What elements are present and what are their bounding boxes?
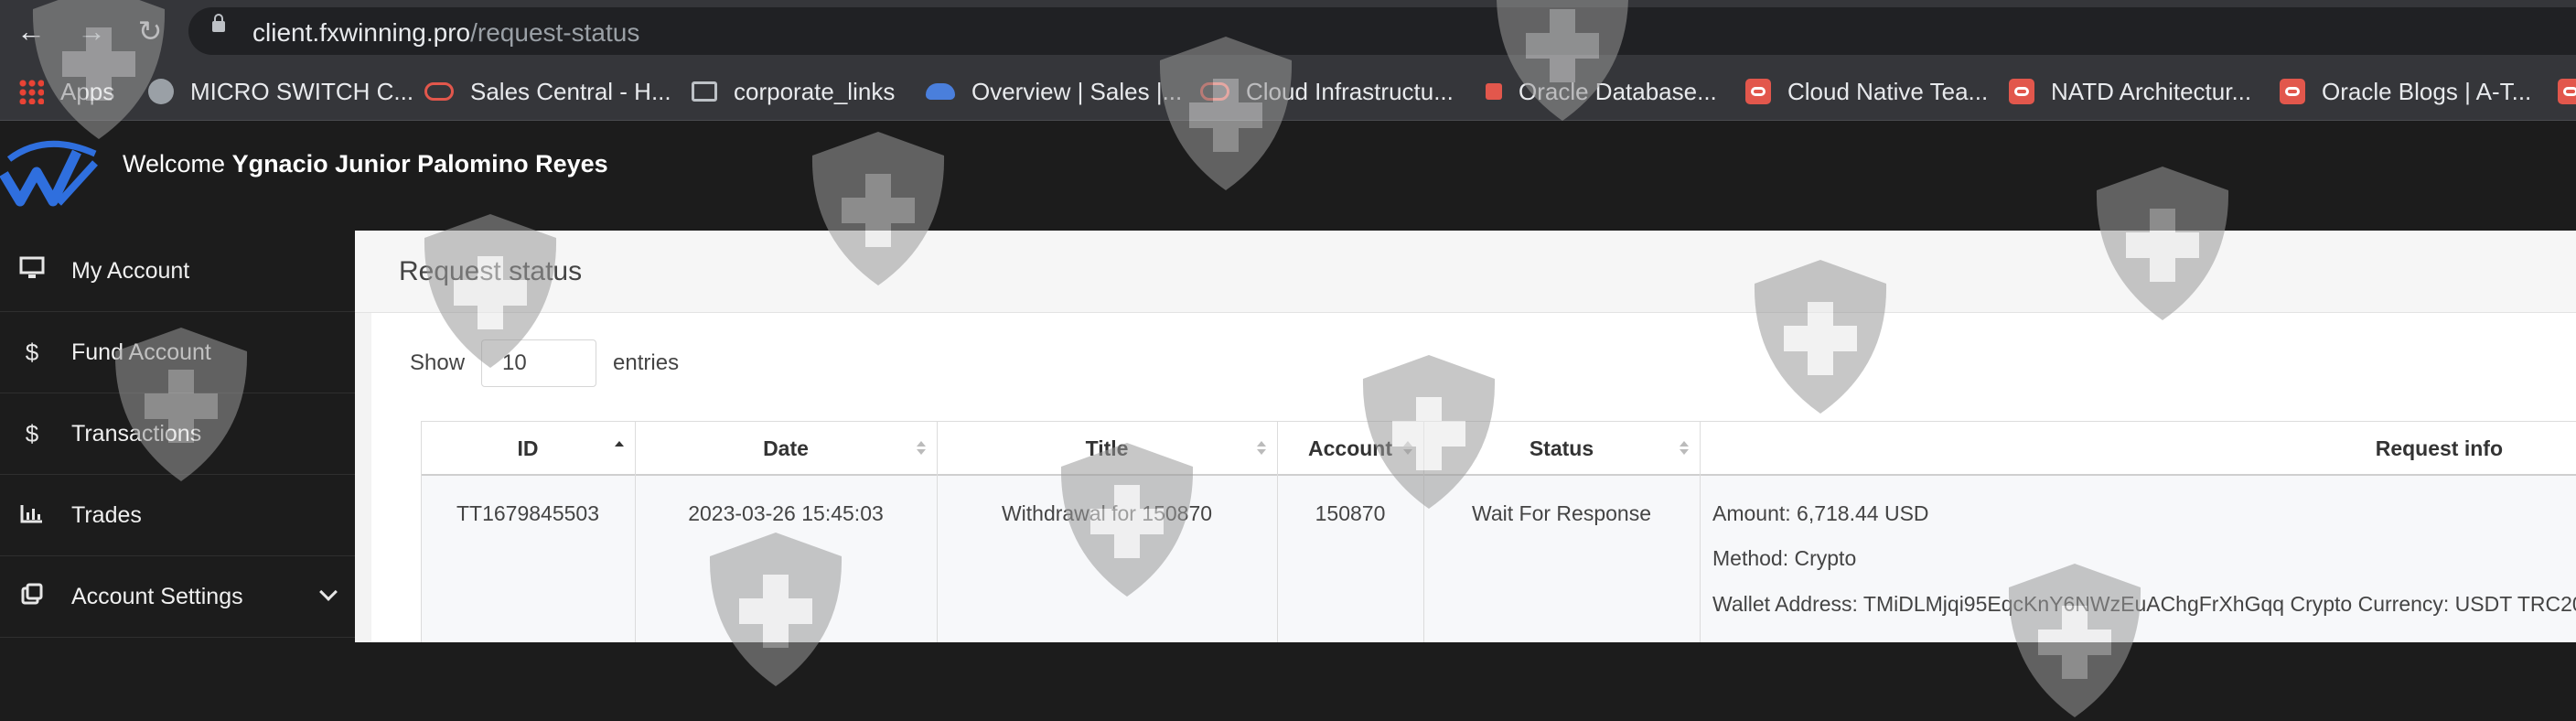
address-bar[interactable]: client.fxwinning.pro/request-status — [188, 7, 2576, 55]
cell-account: 150870 — [1315, 501, 1386, 525]
cell-title: Withdrawal for 150870 — [1001, 501, 1213, 525]
sidebar-item-fund-account[interactable]: $ Fund Account — [0, 312, 355, 393]
oracle-icon — [2558, 79, 2576, 104]
sidebar-item-trades[interactable]: Trades — [0, 475, 355, 556]
panel-header: Request status — [355, 231, 2576, 313]
oracle-small-icon — [1486, 83, 1502, 100]
bookmark-cloud-infrastructure[interactable]: Cloud Infrastructu... — [1200, 62, 1454, 120]
bookmark-oracle-blogs[interactable]: Oracle Blogs | A-T... — [2280, 62, 2531, 120]
folder-icon — [692, 81, 717, 102]
dollar-icon: $ — [25, 338, 39, 366]
column-header-status[interactable]: Status — [1423, 421, 1700, 476]
bookmark-micro-switch[interactable]: MICRO SWITCH C... — [148, 62, 413, 120]
globe-icon — [148, 79, 174, 104]
app-header: Welcome Ygnacio Junior Palomino Reyes — [0, 121, 2576, 231]
page-title: Request status — [399, 256, 583, 286]
oracle-icon — [2009, 79, 2034, 104]
bookmark-oracle-database[interactable]: Oracle Database... — [1486, 62, 1717, 120]
back-arrow-icon[interactable]: ← — [13, 13, 49, 49]
entries-length-control: Show 10 entries — [410, 339, 680, 387]
sort-icon — [1403, 441, 1412, 456]
column-header-date[interactable]: Date — [635, 421, 937, 476]
fxwinning-logo[interactable] — [0, 137, 99, 214]
bookmarks-bar: Apps MICRO SWITCH C... Sales Central - H… — [0, 62, 2576, 121]
oracle-icon — [1745, 79, 1771, 104]
bookmark-sales-central[interactable]: Sales Central - H... — [424, 62, 671, 120]
forward-arrow-icon[interactable]: → — [73, 13, 110, 49]
oracle-pill-icon — [424, 82, 454, 101]
column-header-title[interactable]: Title — [937, 421, 1277, 476]
entries-select[interactable]: 10 — [481, 339, 597, 387]
bookmark-corporate-links[interactable]: corporate_links — [692, 62, 895, 120]
settings-icon — [18, 583, 46, 611]
browser-toolbar: ← → ↻ client.fxwinning.pro/request-statu… — [0, 0, 2576, 62]
request-table: ID Date Title Account Status Request inf… — [421, 421, 2576, 642]
bookmark-cloud-native[interactable]: Cloud Native Tea... — [1745, 62, 1988, 120]
sort-icon — [1680, 441, 1689, 456]
cell-id: TT1679845503 — [456, 501, 599, 525]
apps-icon — [18, 79, 44, 104]
column-header-id[interactable]: ID — [421, 421, 635, 476]
chevron-down-icon[interactable] — [319, 583, 338, 601]
lock-icon — [212, 14, 225, 32]
monitor-icon — [18, 256, 46, 286]
sidebar: My Account $ Fund Account $ Transactions… — [0, 231, 355, 642]
sort-ascending-icon — [615, 441, 624, 456]
bookmark-overflow[interactable] — [2558, 62, 2576, 120]
cell-info-method: Method: Crypto — [1712, 546, 1857, 570]
sort-icon — [1257, 441, 1266, 456]
bar-chart-icon — [18, 501, 46, 530]
oracle-icon — [2280, 79, 2305, 104]
bookmark-overview-sales[interactable]: Overview | Sales |... — [926, 62, 1182, 120]
cell-info-wallet: Wallet Address: TMiDLMjqi95EqcKnY6NWzEuA… — [1712, 592, 2576, 616]
bookmark-apps[interactable]: Apps — [18, 62, 114, 120]
cell-info-amount: Amount: 6,718.44 USD — [1712, 501, 1929, 525]
sidebar-item-transactions[interactable]: $ Transactions — [0, 393, 355, 475]
bookmark-natd-architecture[interactable]: NATD Architectur... — [2009, 62, 2251, 120]
cell-status: Wait For Response — [1472, 501, 1651, 525]
welcome-message: Welcome Ygnacio Junior Palomino Reyes — [123, 150, 608, 178]
show-label: Show — [410, 350, 466, 375]
column-header-account[interactable]: Account — [1277, 421, 1423, 476]
user-name: Ygnacio Junior Palomino Reyes — [231, 150, 608, 178]
entries-label: entries — [613, 350, 680, 375]
sort-icon — [917, 441, 926, 456]
reload-icon[interactable]: ↻ — [132, 13, 168, 49]
dollar-icon: $ — [25, 419, 39, 447]
cell-date: 2023-03-26 15:45:03 — [688, 501, 884, 525]
sidebar-item-account-settings[interactable]: Account Settings — [0, 556, 355, 638]
column-header-request-info[interactable]: Request info — [1700, 421, 2576, 476]
oracle-pill-icon — [1200, 82, 1229, 101]
sidebar-item-my-account[interactable]: My Account — [0, 231, 355, 312]
cloud-icon — [926, 83, 955, 100]
url-text: client.fxwinning.pro/request-status — [252, 18, 640, 47]
